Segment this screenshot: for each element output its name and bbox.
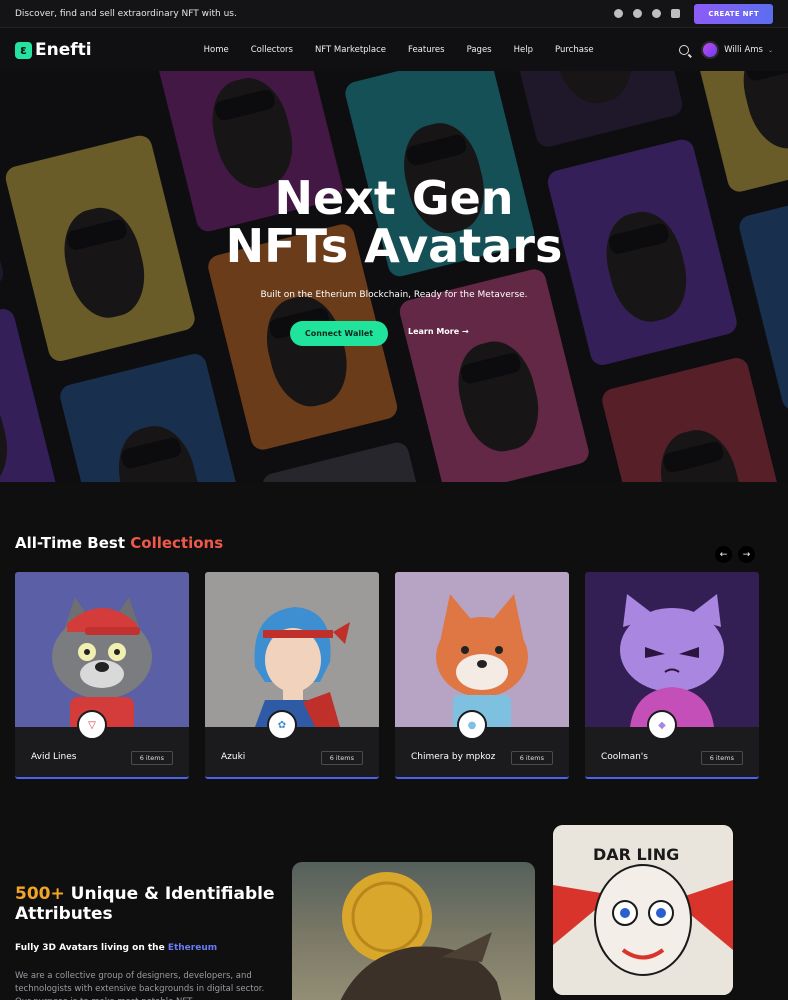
user-name: Willi Ams bbox=[724, 45, 763, 55]
learn-more-link[interactable]: Learn More → bbox=[408, 327, 469, 336]
collections-title: All-Time Best Collections bbox=[15, 534, 223, 552]
darling-artwork: DAR LING bbox=[553, 825, 733, 995]
nav-item-features[interactable]: Features bbox=[408, 45, 445, 55]
hero-title-line1: Next Gen bbox=[274, 171, 514, 225]
top-bar-message: Discover, find and sell extraordinary NF… bbox=[15, 8, 237, 19]
main-nav: ε Enefti Home Collectors NFT Marketplace… bbox=[0, 29, 788, 71]
collection-cards: ▽ Avid Lines 6 items ✿ Azuki 6 items ● C… bbox=[15, 572, 759, 779]
wolf-illustration bbox=[52, 597, 152, 727]
facebook-icon[interactable] bbox=[633, 9, 643, 18]
collection-badge-icon: ✿ bbox=[267, 710, 297, 740]
bull-bitcoin-image bbox=[340, 872, 502, 1000]
collection-image bbox=[15, 572, 189, 727]
logo[interactable]: ε Enefti bbox=[15, 40, 92, 60]
user-avatar bbox=[701, 41, 720, 59]
hero-overlay bbox=[0, 71, 788, 482]
collection-badge-icon: ● bbox=[457, 710, 487, 740]
nav-item-purchase[interactable]: Purchase bbox=[555, 45, 594, 55]
top-bar: Discover, find and sell extraordinary NF… bbox=[0, 0, 788, 28]
svg-text:DAR LING: DAR LING bbox=[593, 845, 679, 864]
logo-mark: ε bbox=[15, 41, 32, 59]
bull-bitcoin-artwork bbox=[292, 862, 535, 1000]
hero-section: Next Gen NFTs Avatars Built on the Ether… bbox=[0, 71, 788, 482]
collection-name: Chimera by mpkoz bbox=[411, 752, 496, 762]
collection-card[interactable]: ● Chimera by mpkoz 6 items bbox=[395, 572, 569, 779]
collection-count: 6 items bbox=[320, 751, 363, 765]
collection-count: 6 items bbox=[700, 751, 743, 765]
attributes-subtitle-prefix: Fully 3D Avatars living on the bbox=[15, 943, 165, 953]
cat-illustration bbox=[620, 594, 724, 727]
collection-image bbox=[585, 572, 759, 727]
hero-title-line2: NFTs Avatars bbox=[225, 219, 563, 273]
collection-card[interactable]: ▽ Avid Lines 6 items bbox=[15, 572, 189, 779]
collection-name: Avid Lines bbox=[31, 752, 77, 762]
search-icon[interactable] bbox=[679, 45, 690, 55]
collection-count: 6 items bbox=[130, 751, 173, 765]
linkedin-icon[interactable] bbox=[671, 9, 681, 18]
telegram-icon[interactable] bbox=[614, 9, 624, 18]
nav-item-collectors[interactable]: Collectors bbox=[251, 45, 293, 55]
attributes-body: We are a collective group of designers, … bbox=[15, 971, 265, 1000]
arrow-left-icon[interactable]: ← bbox=[715, 546, 732, 563]
anime-girl-illustration bbox=[254, 607, 350, 727]
create-nft-button[interactable]: CREATE NFT bbox=[694, 3, 773, 24]
carousel-controls: ← → bbox=[715, 546, 755, 563]
attributes-title: 500+ Unique & Identifiable Attributes bbox=[15, 884, 275, 924]
nav-item-help[interactable]: Help bbox=[514, 45, 533, 55]
arrow-right-icon[interactable]: → bbox=[738, 546, 755, 563]
collection-card[interactable]: ◆ Coolman's 6 items bbox=[585, 572, 759, 779]
collections-title-prefix: All-Time Best bbox=[15, 534, 126, 552]
nav-item-nft-marketplace[interactable]: NFT Marketplace bbox=[315, 45, 386, 55]
user-menu[interactable]: Willi Ams ⌄ bbox=[701, 41, 773, 59]
chevron-down-icon: ⌄ bbox=[767, 46, 773, 54]
social-links bbox=[614, 9, 681, 18]
hero-subtitle: Built on the Etherium Blockchain, Ready … bbox=[260, 290, 528, 300]
darling-clown-image: DAR LING bbox=[553, 825, 733, 995]
attributes-title-accent: 500+ bbox=[15, 884, 65, 904]
collection-badge-icon: ▽ bbox=[77, 710, 107, 740]
hero-title: Next Gen NFTs Avatars bbox=[0, 174, 788, 270]
nav-item-pages[interactable]: Pages bbox=[467, 45, 492, 55]
nav-menu: Home Collectors NFT Marketplace Features… bbox=[204, 45, 594, 55]
collection-image bbox=[395, 572, 569, 727]
collection-card[interactable]: ✿ Azuki 6 items bbox=[205, 572, 379, 779]
attributes-subtitle-accent[interactable]: Ethereum bbox=[168, 943, 217, 953]
fox-illustration bbox=[436, 594, 528, 727]
collection-image bbox=[205, 572, 379, 727]
connect-wallet-button[interactable]: Connect Wallet bbox=[290, 321, 388, 346]
nav-right: Willi Ams ⌄ bbox=[679, 41, 773, 59]
attributes-subtitle: Fully 3D Avatars living on the Ethereum bbox=[15, 943, 217, 953]
collection-badge-icon: ◆ bbox=[647, 710, 677, 740]
collections-title-accent: Collections bbox=[130, 534, 224, 552]
logo-text: Enefti bbox=[35, 40, 92, 60]
nav-item-home[interactable]: Home bbox=[204, 45, 229, 55]
twitter-icon[interactable] bbox=[652, 9, 662, 18]
collection-count: 6 items bbox=[510, 751, 553, 765]
collection-name: Coolman's bbox=[601, 752, 648, 762]
collection-name: Azuki bbox=[221, 752, 246, 762]
